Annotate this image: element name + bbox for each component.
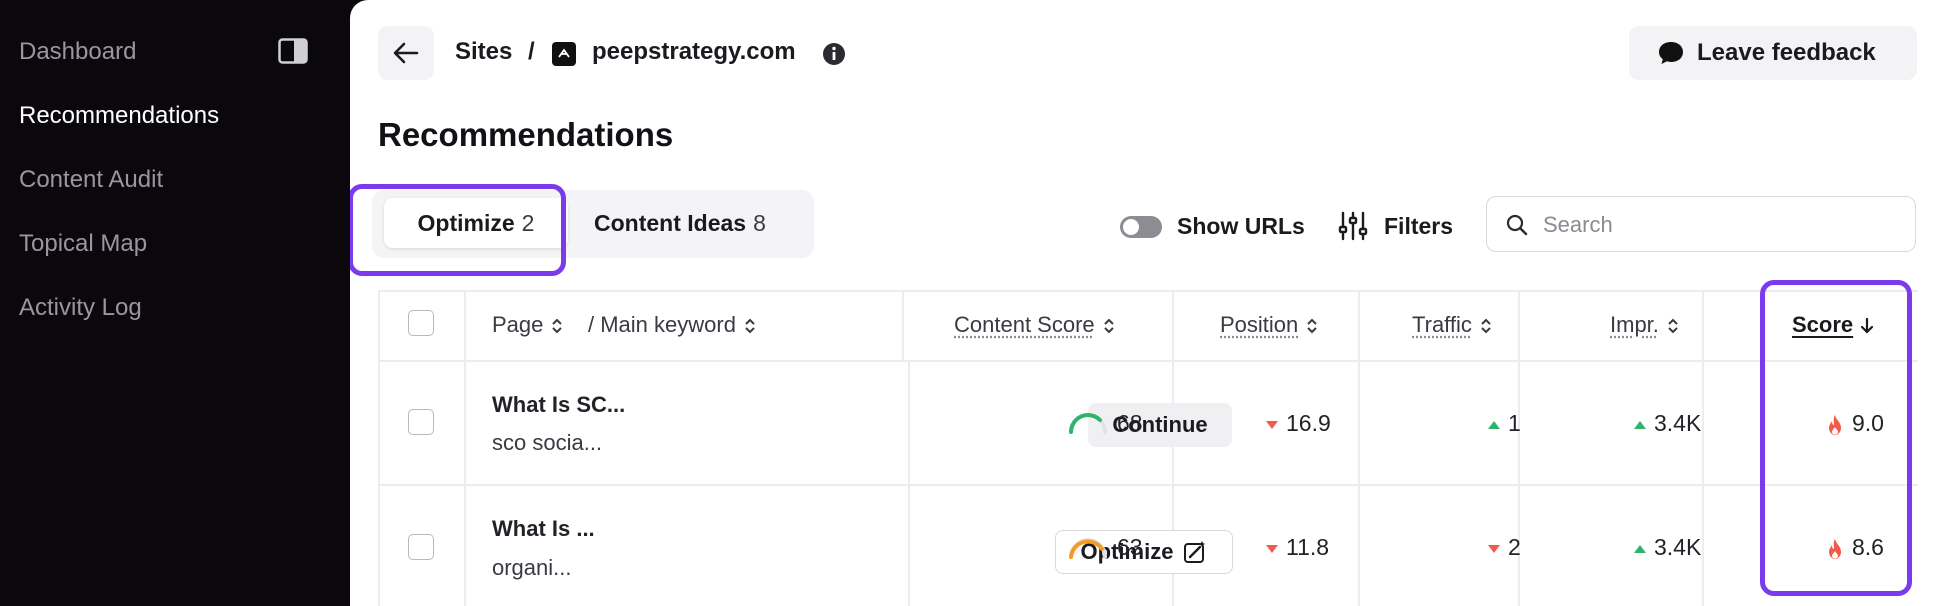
column-header-traffic[interactable]: Traffic [1412,312,1494,338]
sidebar-item-topical-map[interactable]: Topical Map [19,230,147,258]
leave-feedback-label: Leave feedback [1697,39,1876,66]
show-urls-toggle[interactable] [1120,216,1162,238]
table-col-divider [1702,290,1704,606]
position-value: 11.8 [1266,534,1329,561]
column-header-main-keyword[interactable]: / Main keyword [588,312,758,338]
sidebar-item-content-audit[interactable]: Content Audit [19,166,163,194]
column-header-page[interactable]: Page [492,312,565,338]
tab-content-ideas-label: Content Ideas [594,209,747,236]
row-page-title[interactable]: What Is ... [492,516,595,542]
table-col-divider [1358,290,1360,606]
impressions-value: 3.4K [1634,534,1701,561]
row-checkbox[interactable] [408,409,434,435]
table-header-border [378,360,1918,362]
trend-up-icon [1634,544,1646,553]
table-col-divider [902,290,904,360]
table-col-divider [908,360,910,606]
sidebar-item-dashboard[interactable]: Dashboard [19,38,136,66]
filters-icon[interactable] [1338,210,1368,242]
content-score-gauge-icon [1069,413,1107,434]
trend-up-icon [1634,420,1646,429]
chat-bubble-icon [1659,42,1683,64]
info-icon[interactable] [821,41,847,67]
trend-down-icon [1266,544,1278,553]
content-score-value: 68 [1117,410,1143,436]
column-header-impressions[interactable]: Impr. [1610,312,1681,338]
tab-highlight-outline [350,184,566,276]
trend-down-icon [1266,420,1278,429]
trend-up-icon [1488,420,1500,429]
breadcrumb-separator: / [528,38,535,65]
edit-sparkle-icon [1184,541,1206,563]
back-button[interactable] [378,26,434,80]
sidebar-item-activity-log[interactable]: Activity Log [19,294,142,322]
page-title: Recommendations [378,116,674,153]
column-header-content-score[interactable]: Content Score [954,312,1117,338]
score-column-highlight-outline [1760,280,1912,596]
main-panel: Sites / peepstrategy.com Leave feedback … [350,0,1938,606]
sort-icon [1307,318,1317,334]
sidebar-item-recommendations[interactable]: Recommendations [19,102,219,130]
sort-icon [1668,318,1678,334]
sort-icon [745,318,755,334]
traffic-value: 1 [1488,410,1521,437]
sidebar-panel-icon[interactable] [278,38,308,64]
row-main-keyword: organi... [492,555,572,580]
position-value: 16.9 [1266,410,1331,437]
sort-icon [552,318,563,334]
row-main-keyword: sco socia... [492,430,603,455]
table-left-border [378,290,380,606]
arrow-left-icon [393,42,419,64]
leave-feedback-button[interactable]: Leave feedback [1629,26,1917,80]
breadcrumb-sites[interactable]: Sites [455,38,512,66]
select-all-checkbox[interactable] [408,310,434,336]
table-row-border [378,484,1918,486]
continue-button[interactable]: Continue [1088,403,1232,447]
sort-icon [1481,318,1491,334]
site-favicon-icon [552,42,576,66]
content-score-value: 63 [1117,534,1143,560]
search-box [1486,196,1916,252]
tab-content-ideas[interactable]: Content Ideas 8 [594,198,766,248]
sidebar: Dashboard Recommendations Content Audit … [0,0,350,606]
traffic-value: 2 [1488,534,1521,561]
breadcrumb-site-name[interactable]: peepstrategy.com [592,38,796,66]
row-checkbox[interactable] [408,534,434,560]
tab-content-ideas-count: 8 [753,209,766,236]
table-col-divider [464,290,466,606]
show-urls-label[interactable]: Show URLs [1177,213,1305,240]
search-icon [1506,214,1528,236]
impressions-value: 3.4K [1634,410,1701,437]
column-header-position[interactable]: Position [1220,312,1320,338]
search-input[interactable] [1541,207,1905,243]
row-page-title[interactable]: What Is SC... [492,392,625,418]
sort-icon [1103,318,1114,334]
trend-down-icon [1488,544,1500,553]
filters-button[interactable]: Filters [1384,213,1453,240]
table-top-border [378,290,1918,292]
content-score-gauge-icon [1069,538,1107,559]
